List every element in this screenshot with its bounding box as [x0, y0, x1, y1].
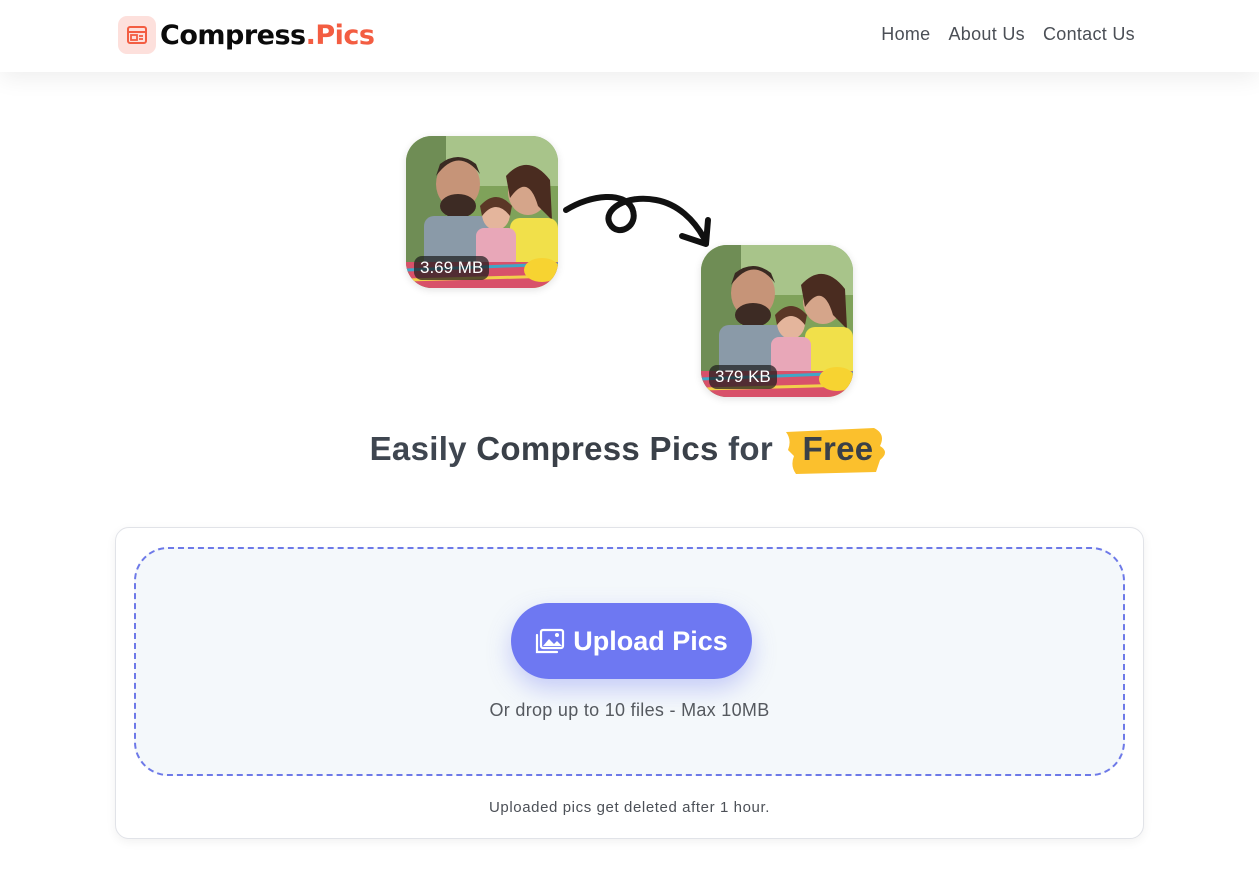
page-headline: Easily Compress Pics for Free: [0, 428, 1259, 474]
logo-main: Compress: [160, 19, 306, 51]
nav-contact-us[interactable]: Contact Us: [1043, 24, 1135, 45]
headline-mid: for: [728, 430, 774, 467]
curly-arrow-icon: [563, 193, 711, 247]
main-nav: Home About Us Contact Us: [863, 24, 1135, 45]
headline-highlight: Free: [802, 430, 874, 467]
logo-text: Compress.Pics: [160, 20, 375, 51]
after-photo: 379 KB: [701, 245, 853, 397]
nav-home[interactable]: Home: [881, 24, 930, 45]
images-icon: [535, 628, 565, 654]
site-header: Compress.Pics Home About Us Contact Us: [0, 0, 1259, 72]
deletion-notice: Uploaded pics get deleted after 1 hour.: [488, 799, 771, 816]
image-frame-icon: [118, 16, 156, 54]
after-size-tag: 379 KB: [709, 365, 777, 389]
file-dropzone[interactable]: Upload Pics Or drop up to 10 files - Max…: [134, 547, 1125, 776]
logo-accent: .Pics: [305, 19, 375, 51]
upload-pics-button[interactable]: Upload Pics: [511, 603, 752, 679]
headline-strong: Compress Pics: [476, 430, 719, 467]
upload-card: Upload Pics Or drop up to 10 files - Max…: [115, 527, 1144, 839]
site-logo[interactable]: Compress.Pics: [118, 16, 375, 54]
before-size-tag: 3.69 MB: [414, 256, 490, 280]
drop-hint-text: Or drop up to 10 files - Max 10MB: [489, 700, 770, 720]
nav-about-us[interactable]: About Us: [949, 24, 1025, 45]
before-photo: 3.69 MB: [406, 136, 558, 288]
upload-button-label: Upload Pics: [573, 625, 728, 656]
free-highlight: Free: [786, 428, 889, 474]
headline-prefix: Easily: [369, 430, 467, 467]
